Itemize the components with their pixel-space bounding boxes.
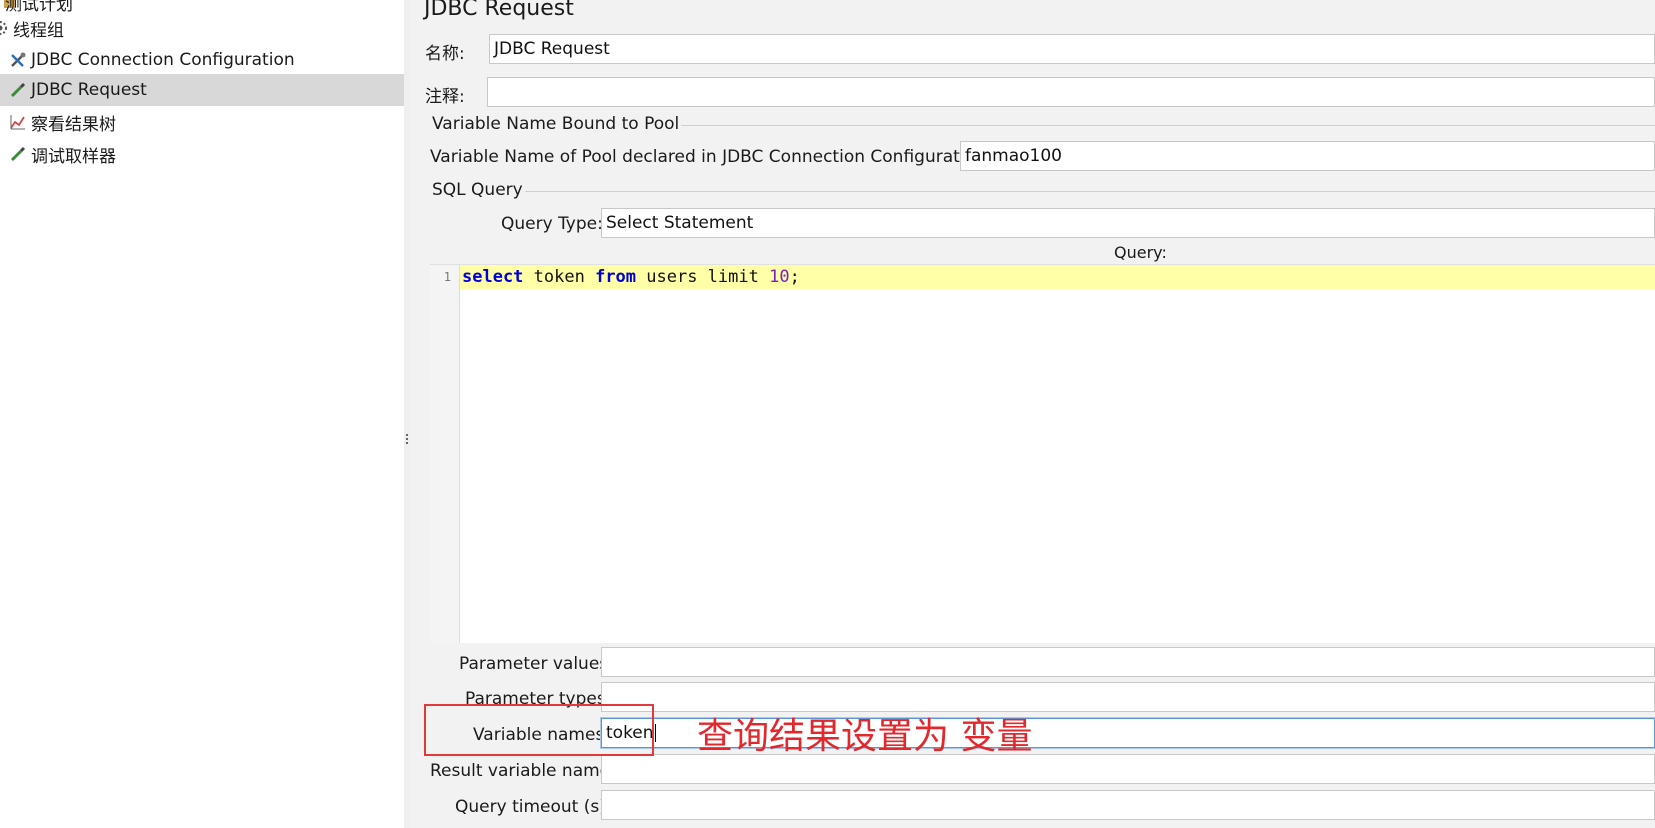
- timeout-label: Query timeout (s):: [455, 797, 612, 817]
- name-field[interactable]: JDBC Request: [489, 34, 1655, 64]
- splitter-handle[interactable]: [404, 0, 410, 828]
- text-caret: [654, 724, 656, 742]
- sql-section-title: SQL Query: [430, 180, 525, 200]
- pool-label: Variable Name of Pool declared in JDBC C…: [430, 147, 992, 167]
- comment-label: 注释:: [425, 87, 465, 107]
- comment-field[interactable]: [487, 77, 1655, 107]
- wrench-icon: [8, 50, 28, 70]
- sql-text: token: [523, 267, 596, 287]
- tree-item-debug-sampler[interactable]: 调试取样器: [8, 138, 404, 170]
- param-values-field[interactable]: [601, 647, 1655, 677]
- chart-icon: [8, 112, 28, 132]
- tree-item-jdbc-request[interactable]: JDBC Request: [0, 74, 404, 106]
- line-number-gutter: 1: [430, 265, 460, 643]
- sql-editor[interactable]: 1 select token from users limit 10;: [430, 264, 1655, 643]
- pool-section-title: Variable Name Bound to Pool: [430, 114, 682, 134]
- name-label: 名称:: [425, 44, 465, 64]
- result-var-label: Result variable name:: [430, 761, 616, 781]
- sql-section-divider: [430, 191, 1655, 192]
- query-type-select[interactable]: Select Statement: [601, 208, 1655, 238]
- tree-item-thread-group[interactable]: 线程组: [0, 12, 404, 44]
- tree-item-label: 调试取样器: [31, 146, 116, 167]
- sql-keyword-from: from: [595, 267, 637, 287]
- query-label: Query:: [1114, 243, 1167, 262]
- gear-icon: [0, 18, 10, 38]
- tree-item-label: 线程组: [13, 20, 64, 41]
- tree-item-jdbc-connection-config[interactable]: JDBC Connection Configuration: [8, 44, 404, 76]
- tree-item-view-results-tree[interactable]: 察看结果树: [8, 106, 404, 138]
- pipette-icon: [8, 144, 28, 164]
- line-number: 1: [443, 270, 451, 284]
- sql-code-line[interactable]: select token from users limit 10;: [460, 265, 1655, 289]
- sql-text: users limit: [636, 267, 770, 287]
- annotation-text: 查询结果设置为 变量: [697, 716, 1033, 757]
- page-title: JDBC Request: [424, 0, 574, 21]
- tree-item-label: 察看结果树: [31, 114, 116, 135]
- param-values-label: Parameter values:: [459, 654, 614, 674]
- timeout-field[interactable]: [601, 790, 1655, 820]
- pipette-icon: [8, 80, 28, 100]
- sql-keyword-select: select: [462, 267, 524, 287]
- sql-semicolon: ;: [789, 267, 800, 287]
- sql-number: 10: [769, 267, 790, 287]
- pool-name-field[interactable]: fanmao100: [960, 141, 1655, 171]
- annotation-highlight-box: [424, 704, 654, 756]
- query-type-label: Query Type:: [501, 214, 603, 234]
- tree-item-label: JDBC Request: [31, 80, 147, 100]
- test-plan-tree: 测试计划 线程组 JDBC Connection Configuration J…: [0, 0, 405, 828]
- tree-item-label: JDBC Connection Configuration: [31, 50, 295, 70]
